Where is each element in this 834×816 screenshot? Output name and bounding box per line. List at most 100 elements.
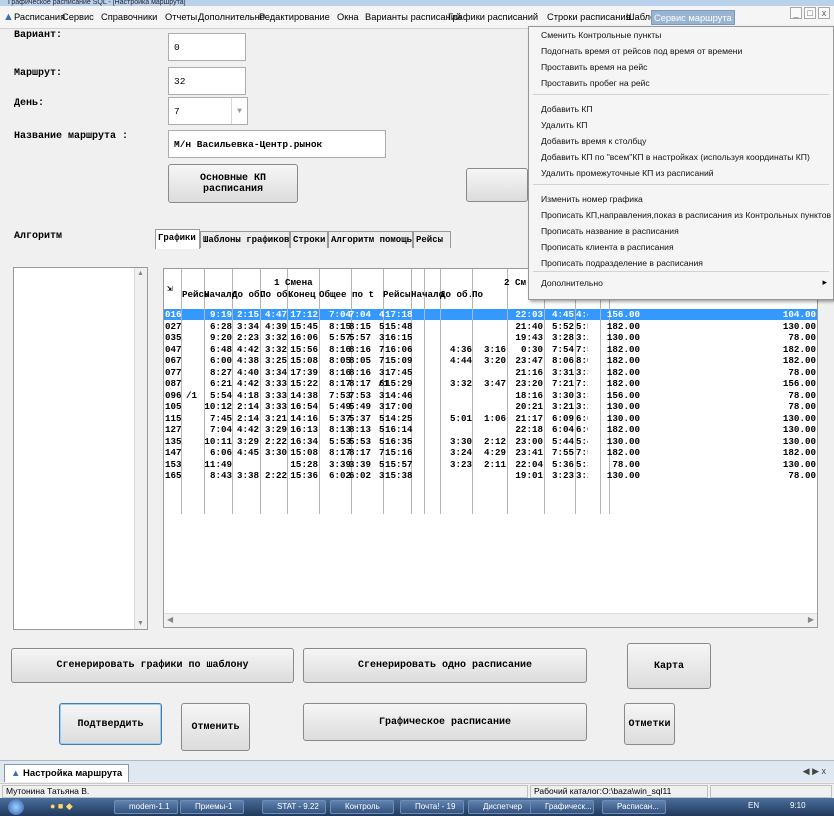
grid-cell[interactable]: 7:04 bbox=[319, 309, 351, 320]
grid-cell[interactable]: 5:01 bbox=[442, 413, 472, 424]
grid-cell[interactable]: 7 bbox=[176, 424, 186, 435]
grid-cell[interactable]: 8:16 bbox=[349, 344, 379, 355]
grid-cell[interactable] bbox=[442, 332, 472, 343]
grid-cell[interactable]: 5:49 bbox=[319, 401, 351, 412]
grid-cell[interactable]: 182.00 bbox=[604, 378, 640, 389]
grid-cell[interactable] bbox=[186, 344, 202, 355]
grid-cell[interactable]: 7:55 bbox=[576, 447, 588, 458]
grid-cell[interactable]: 130.00 bbox=[764, 413, 816, 424]
grid-cell[interactable]: 3:32 bbox=[260, 332, 287, 343]
grid-cell[interactable]: 16:14 bbox=[385, 424, 425, 435]
grid-cell[interactable]: 5 bbox=[379, 424, 389, 435]
marks-button[interactable]: Отметки bbox=[624, 703, 675, 745]
grid-cell[interactable]: 7:55 bbox=[544, 447, 574, 458]
grid-cell[interactable] bbox=[186, 413, 202, 424]
taskbar-item-3[interactable]: Контроль bbox=[330, 800, 394, 814]
dropdown-item-5[interactable]: Удалить КП bbox=[541, 119, 587, 131]
grid-cell[interactable]: 8:43 bbox=[204, 470, 232, 481]
grid-cell[interactable]: 3:34 bbox=[233, 321, 259, 332]
scroll-down-icon[interactable]: ▼ bbox=[137, 620, 144, 627]
dropdown-item-6[interactable]: Добавить время к столбцу bbox=[541, 135, 646, 147]
grid-cell[interactable]: 5:44 bbox=[576, 436, 588, 447]
dropdown-item-1[interactable]: Подогнать время от рейсов под время от в… bbox=[541, 45, 742, 57]
grid-cell[interactable]: 182.00 bbox=[764, 344, 816, 355]
grid-cell[interactable]: 3:33 bbox=[260, 378, 287, 389]
grid-cell[interactable]: 10:11 bbox=[204, 436, 232, 447]
grid-cell[interactable]: 3 bbox=[176, 459, 186, 470]
grid-cell[interactable]: 23:47 bbox=[508, 355, 543, 366]
grid-cell[interactable]: 3:33 bbox=[260, 401, 287, 412]
grid-cell[interactable]: 78.00 bbox=[604, 459, 640, 470]
grid-cell[interactable]: 130.00 bbox=[604, 401, 640, 412]
grid-cell[interactable]: 23:00 bbox=[508, 436, 543, 447]
grid-cell[interactable]: 23:41 bbox=[508, 447, 543, 458]
grid-cell[interactable]: 3:34 bbox=[260, 367, 287, 378]
taskbar-item-0[interactable]: modem-1.1 bbox=[114, 800, 178, 814]
grid-cell[interactable]: 15:16 bbox=[385, 447, 425, 458]
dropdown-item-12[interactable]: Прописать клиента в расписания bbox=[541, 241, 674, 253]
grid-cell[interactable]: 15:29 bbox=[385, 378, 425, 389]
grid-cell[interactable]: 3:25 bbox=[260, 355, 287, 366]
grid-cell[interactable]: 10:12 bbox=[204, 401, 232, 412]
grid-cell[interactable] bbox=[474, 332, 506, 343]
grid-cell[interactable]: 8:27 bbox=[204, 367, 232, 378]
grid-cell[interactable] bbox=[186, 470, 202, 481]
dropdown-item-0[interactable]: Сменить Контрольные пункты bbox=[541, 29, 661, 41]
grid-cell[interactable]: 16:13 bbox=[288, 424, 318, 435]
grid-cell[interactable]: 3:30 bbox=[442, 436, 472, 447]
grid-cell[interactable]: 130.00 bbox=[604, 470, 640, 481]
grid-cell[interactable]: 8:15 bbox=[319, 321, 351, 332]
grid-cell[interactable]: 7:54 bbox=[544, 344, 574, 355]
grid-cell[interactable]: 7 bbox=[176, 355, 186, 366]
menu-item-2[interactable]: Справочники bbox=[99, 10, 159, 25]
grid-cell[interactable] bbox=[442, 367, 472, 378]
grid-cell[interactable]: 7:53 bbox=[349, 390, 379, 401]
start-icon[interactable] bbox=[8, 799, 24, 815]
grid-cell[interactable]: 7:53 bbox=[319, 390, 351, 401]
tab-trips[interactable]: Рейсы bbox=[413, 231, 451, 248]
grid-cell[interactable]: 130.00 bbox=[604, 436, 640, 447]
grid-cell[interactable]: 5:37 bbox=[349, 413, 379, 424]
grid-cell[interactable]: 6:04 bbox=[544, 424, 574, 435]
scroll-up-icon[interactable]: ▲ bbox=[137, 270, 144, 277]
menu-item-5[interactable]: Редактирование bbox=[257, 10, 332, 25]
grid-cell[interactable]: 4:29 bbox=[474, 447, 506, 458]
grid-cell[interactable]: 15:36 bbox=[288, 470, 318, 481]
grid-cell[interactable]: 8:16 bbox=[319, 367, 351, 378]
mdi-nav-icons[interactable]: ◀ ▶ x bbox=[803, 766, 826, 777]
grid-cell[interactable] bbox=[233, 459, 259, 470]
grid-cell[interactable]: 8:13 bbox=[349, 424, 379, 435]
grid-cell[interactable]: 5:57 bbox=[319, 332, 351, 343]
generate-one-button[interactable]: Сгенерировать одно расписание bbox=[303, 648, 587, 683]
grid-cell[interactable] bbox=[186, 459, 202, 470]
grid-cell[interactable]: 22:18 bbox=[508, 424, 543, 435]
grid-cell[interactable]: 14:25 bbox=[385, 413, 425, 424]
hidden-button[interactable] bbox=[466, 168, 528, 202]
route-name-field[interactable]: М/н Васильевка-Центр.рынок bbox=[168, 130, 386, 158]
grid-cell[interactable]: 156.00 bbox=[604, 390, 640, 401]
grid-cell[interactable]: 17:12 bbox=[288, 309, 318, 320]
grid-cell[interactable]: 5:54 bbox=[204, 390, 232, 401]
grid-cell[interactable]: 2:23 bbox=[233, 332, 259, 343]
grid-cell[interactable] bbox=[442, 390, 472, 401]
grid-cell[interactable]: 4 bbox=[379, 309, 389, 320]
grid-cell[interactable]: 11:49 bbox=[204, 459, 232, 470]
grid-cell[interactable]: 19:01 bbox=[508, 470, 543, 481]
grid-cell[interactable]: 3:30 bbox=[544, 390, 574, 401]
grid-cell[interactable] bbox=[186, 424, 202, 435]
grid-cell[interactable]: 3:47 bbox=[474, 378, 506, 389]
menu-item-1[interactable]: Сервис bbox=[60, 10, 96, 25]
grid-cell[interactable]: 3 bbox=[379, 367, 389, 378]
grid-cell[interactable]: 3:21 bbox=[544, 401, 574, 412]
grid-cell[interactable] bbox=[442, 321, 472, 332]
grid-cell[interactable]: 7 bbox=[379, 344, 389, 355]
grid-cell[interactable]: 4:45 bbox=[576, 309, 588, 320]
grid-cell[interactable]: 3:28 bbox=[576, 332, 588, 343]
grid-cell[interactable]: 3 bbox=[379, 470, 389, 481]
grid-cell[interactable]: 5:57 bbox=[349, 332, 379, 343]
grid-cell[interactable]: 78.00 bbox=[764, 367, 816, 378]
grid-cell[interactable]: 7 bbox=[379, 355, 389, 366]
grid-cell[interactable]: 3:23 bbox=[442, 459, 472, 470]
route-field[interactable]: 32 bbox=[168, 67, 246, 95]
grid-cell[interactable]: 7:21 bbox=[544, 378, 574, 389]
